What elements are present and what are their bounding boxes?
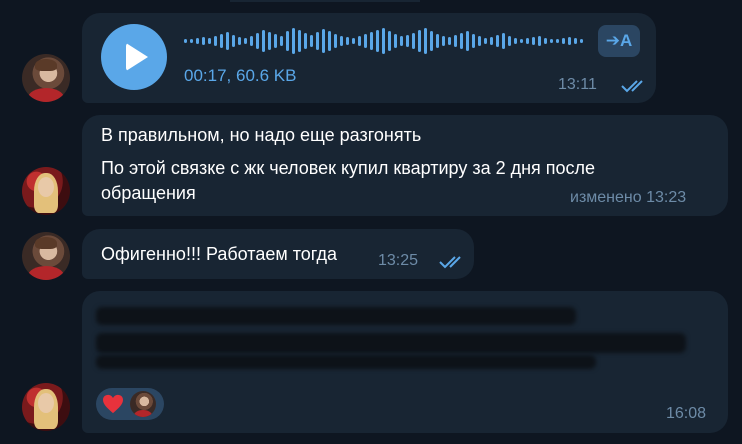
waveform-bar xyxy=(568,37,571,45)
waveform-bar xyxy=(232,35,235,47)
waveform-bar xyxy=(328,31,331,51)
waveform-bar xyxy=(370,32,373,50)
voice-duration-size: 00:17, 60.6 KB xyxy=(184,66,297,85)
waveform-bar xyxy=(478,36,481,46)
waveform-bar xyxy=(436,34,439,48)
waveform-bar xyxy=(190,39,193,43)
waveform-bar xyxy=(424,28,427,54)
waveform-bar xyxy=(538,36,541,46)
redacted-content xyxy=(96,333,686,353)
avatar[interactable] xyxy=(22,383,70,431)
waveform-bar xyxy=(508,36,511,46)
message-time: 13:25 xyxy=(378,252,419,269)
waveform-bar xyxy=(502,33,505,49)
waveform-bar xyxy=(262,30,265,52)
waveform-bar xyxy=(376,30,379,52)
avatar[interactable] xyxy=(22,232,70,280)
waveform-bar xyxy=(208,38,211,44)
avatar[interactable] xyxy=(22,54,70,102)
message-text-line: В правильном, но надо еще разгонять xyxy=(101,125,422,145)
waveform-bar xyxy=(268,32,271,50)
waveform-bar xyxy=(286,31,289,51)
waveform-bar xyxy=(250,36,253,46)
redacted-content xyxy=(96,307,576,325)
waveform-bar xyxy=(580,39,583,43)
waveform-bar xyxy=(544,38,547,44)
waveform-bar xyxy=(394,34,397,48)
waveform-bar xyxy=(346,37,349,45)
waveform-bar xyxy=(400,36,403,46)
redacted-content xyxy=(96,355,596,369)
waveform-bar xyxy=(316,32,319,50)
waveform-bar xyxy=(574,38,577,44)
waveform-bar xyxy=(556,39,559,43)
waveform-bar xyxy=(466,31,469,51)
message-time: 13:11 xyxy=(558,76,597,93)
message-text-line: обращения xyxy=(101,183,196,203)
waveform-bar xyxy=(496,35,499,47)
waveform-bar xyxy=(490,37,493,45)
waveform-bar xyxy=(550,39,553,43)
waveform-bar xyxy=(418,30,421,52)
waveform-bar xyxy=(472,34,475,48)
translate-icon: ➔A xyxy=(605,31,633,50)
waveform-bar xyxy=(340,36,343,46)
waveform-bar xyxy=(364,34,367,48)
waveform-bar xyxy=(352,38,355,44)
previous-message-edge xyxy=(230,0,420,2)
waveform-bar xyxy=(184,39,187,43)
waveform-bar xyxy=(382,28,385,54)
waveform-bar xyxy=(454,35,457,47)
waveform-bar xyxy=(562,38,565,44)
waveform-bar xyxy=(406,35,409,47)
double-check-icon xyxy=(439,256,461,269)
waveform-bar xyxy=(274,34,277,48)
waveform-bar xyxy=(514,38,517,44)
waveform-bar xyxy=(334,34,337,48)
waveform-bar xyxy=(280,36,283,46)
waveform-bar xyxy=(256,33,259,49)
translate-button[interactable]: ➔A xyxy=(598,25,640,57)
message-text: Офигенно!!! Работаем тогда xyxy=(101,244,338,264)
waveform-bar xyxy=(412,33,415,49)
heart-icon xyxy=(103,394,123,414)
waveform-bar xyxy=(442,36,445,46)
waveform-bar xyxy=(196,38,199,44)
avatar[interactable] xyxy=(22,167,70,215)
waveform-bar xyxy=(292,28,295,54)
waveform-bar xyxy=(226,32,229,50)
waveform-bar xyxy=(322,29,325,53)
double-check-icon xyxy=(621,80,643,93)
waveform-bar xyxy=(484,38,487,44)
reaction-chip[interactable] xyxy=(96,388,164,420)
waveform[interactable] xyxy=(184,26,584,56)
waveform-bar xyxy=(460,33,463,49)
waveform-bar xyxy=(298,30,301,52)
waveform-bar xyxy=(388,31,391,51)
waveform-bar xyxy=(244,38,247,44)
waveform-bar xyxy=(220,34,223,48)
play-icon[interactable] xyxy=(101,24,167,90)
message-text-line: По этой связке с жк человек купил кварти… xyxy=(101,158,596,178)
waveform-bar xyxy=(202,37,205,45)
edited-time: изменено 13:23 xyxy=(570,189,687,206)
waveform-bar xyxy=(358,36,361,46)
waveform-bar xyxy=(532,37,535,45)
waveform-bar xyxy=(520,39,523,43)
avatar xyxy=(130,391,156,417)
message-time: 16:08 xyxy=(666,405,707,422)
waveform-bar xyxy=(526,38,529,44)
waveform-bar xyxy=(448,37,451,45)
waveform-bar xyxy=(310,35,313,47)
waveform-bar xyxy=(214,36,217,46)
waveform-bar xyxy=(238,37,241,45)
waveform-bar xyxy=(304,33,307,49)
waveform-bar xyxy=(430,31,433,51)
